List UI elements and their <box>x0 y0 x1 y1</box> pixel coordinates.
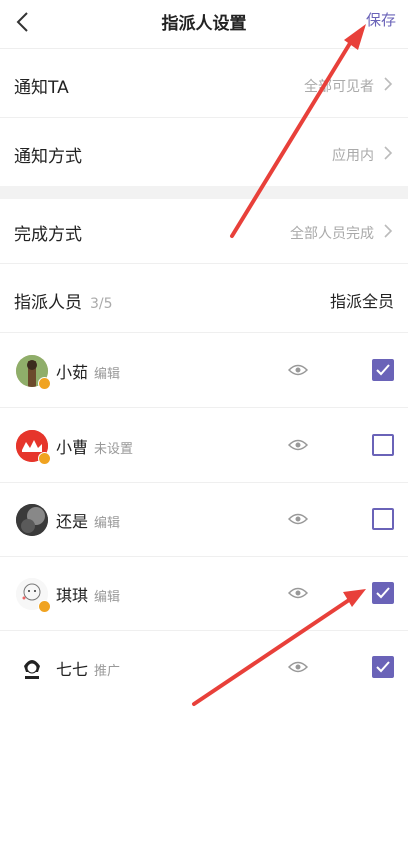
notify-row[interactable]: 通知TA 全部可见者 <box>0 49 408 118</box>
member-row[interactable]: 琪琪 编辑 <box>0 556 408 631</box>
checkmark-icon <box>376 661 390 673</box>
complete-method-label: 完成方式 <box>14 225 82 245</box>
eye-icon[interactable] <box>288 586 308 600</box>
member-name: 小茹 编辑 <box>56 363 121 382</box>
eye-icon[interactable] <box>288 438 308 452</box>
app-header: 指派人设置 保存 <box>0 0 408 49</box>
avatar <box>16 652 48 684</box>
chevron-right-icon <box>384 77 393 91</box>
member-role: 推广 <box>94 664 121 679</box>
eye-icon[interactable] <box>288 363 308 377</box>
eye-icon[interactable] <box>288 512 308 526</box>
assign-all-button[interactable]: 指派全员 <box>330 288 394 312</box>
member-row[interactable]: 小茹 编辑 <box>0 333 408 408</box>
notify-value: 全部可见者 <box>304 79 374 95</box>
page-title: 指派人设置 <box>161 14 247 34</box>
notify-method-row[interactable]: 通知方式 应用内 <box>0 118 408 186</box>
assignees-header-row: 指派人员 3/5 指派全员 <box>0 264 408 333</box>
checkmark-icon <box>376 587 390 599</box>
member-name: 琪琪 编辑 <box>56 586 121 605</box>
member-checkbox[interactable] <box>372 582 394 604</box>
save-button[interactable]: 保存 <box>366 9 396 30</box>
member-role: 编辑 <box>94 590 121 605</box>
chevron-right-icon <box>384 224 393 238</box>
member-row[interactable]: 还是 编辑 <box>0 482 408 557</box>
member-row[interactable]: 小曹 未设置 <box>0 408 408 483</box>
verified-badge-icon <box>38 377 51 390</box>
member-checkbox[interactable] <box>372 656 394 678</box>
notify-label: 通知TA <box>14 78 69 98</box>
avatar <box>16 504 48 536</box>
member-role: 未设置 <box>94 442 134 457</box>
member-name: 小曹 未设置 <box>56 438 134 457</box>
section-divider <box>0 186 408 199</box>
complete-method-value: 全部人员完成 <box>290 226 374 242</box>
assignees-label: 指派人员 3/5 <box>14 288 113 313</box>
member-name: 七七 推广 <box>56 660 121 679</box>
complete-method-row[interactable]: 完成方式 全部人员完成 <box>0 199 408 264</box>
notify-method-value: 应用内 <box>332 148 374 164</box>
assignees-title: 指派人员 <box>14 293 82 313</box>
assignees-count: 3/5 <box>90 296 113 312</box>
member-checkbox[interactable] <box>372 359 394 381</box>
verified-badge-icon <box>38 452 51 465</box>
member-name: 还是 编辑 <box>56 512 121 531</box>
member-role: 编辑 <box>94 516 121 531</box>
verified-badge-icon <box>38 600 51 613</box>
checkmark-icon <box>376 364 390 376</box>
member-checkbox[interactable] <box>372 508 394 530</box>
member-role: 编辑 <box>94 367 121 382</box>
notify-method-label: 通知方式 <box>14 147 82 167</box>
chevron-right-icon <box>384 146 393 160</box>
eye-icon[interactable] <box>288 660 308 674</box>
member-row[interactable]: 七七 推广 <box>0 630 408 704</box>
member-checkbox[interactable] <box>372 434 394 456</box>
